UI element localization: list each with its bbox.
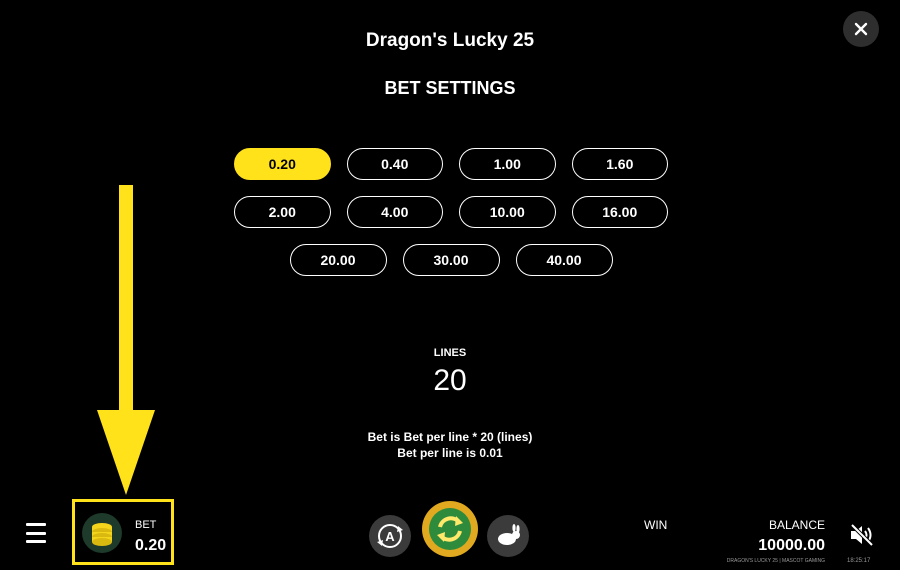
spin-icon xyxy=(424,503,476,555)
bet-option-16-00[interactable]: 16.00 xyxy=(571,196,668,228)
bet-value: 0.20 xyxy=(135,537,167,554)
turbo-icon xyxy=(498,524,520,545)
game-title: Dragon's Lucky 25 xyxy=(365,30,535,51)
menu-button[interactable] xyxy=(26,522,50,544)
settings-title: BET SETTINGS xyxy=(384,78,516,98)
down-arrow-annotation xyxy=(97,185,155,495)
close-button[interactable] xyxy=(843,11,879,47)
coins-icon xyxy=(82,513,122,553)
autoplay-icon: A xyxy=(377,524,403,548)
bet-option-20-00[interactable]: 20.00 xyxy=(289,244,387,276)
bet-option-30-00[interactable]: 30.00 xyxy=(402,244,500,276)
clock: 18:25:17 xyxy=(847,558,871,564)
win-label: WIN xyxy=(644,518,668,532)
bet-label: BET xyxy=(135,519,157,531)
menu-icon xyxy=(26,523,46,526)
bet-row-2: 2.00 4.00 10.00 16.00 xyxy=(234,196,668,228)
bet-option-10-00[interactable]: 10.00 xyxy=(459,196,556,228)
bet-option-1-00[interactable]: 1.00 xyxy=(459,148,556,180)
balance-value: 10000.00 xyxy=(758,537,825,554)
bet-option-1-60[interactable]: 1.60 xyxy=(571,148,668,180)
footer-credit: DRAGON'S LUCKY 25 | MASCOT GAMING xyxy=(726,558,825,564)
bet-row-1: 0.20 0.40 1.00 1.60 xyxy=(234,148,668,180)
turbo-button[interactable] xyxy=(487,515,529,557)
sound-toggle-button[interactable] xyxy=(848,521,876,549)
sound-muted-icon xyxy=(850,523,874,547)
spin-button[interactable] xyxy=(422,501,478,557)
balance-label: BALANCE xyxy=(768,518,825,532)
bet-option-40-00[interactable]: 40.00 xyxy=(515,244,613,276)
bet-option-0-40[interactable]: 0.40 xyxy=(346,148,443,180)
bet-options-grid: 0.20 0.40 1.00 1.60 2.00 4.00 10.00 16.0… xyxy=(234,148,668,292)
bet-display[interactable]: BET 0.20 xyxy=(72,499,174,565)
svg-text:A: A xyxy=(385,529,395,544)
autoplay-button[interactable]: A xyxy=(369,515,411,557)
bet-option-2-00[interactable]: 2.00 xyxy=(234,196,331,228)
close-icon xyxy=(854,22,868,36)
bet-option-0-20[interactable]: 0.20 xyxy=(234,148,331,180)
bet-row-3: 20.00 30.00 40.00 xyxy=(234,244,668,276)
bet-option-4-00[interactable]: 4.00 xyxy=(346,196,443,228)
